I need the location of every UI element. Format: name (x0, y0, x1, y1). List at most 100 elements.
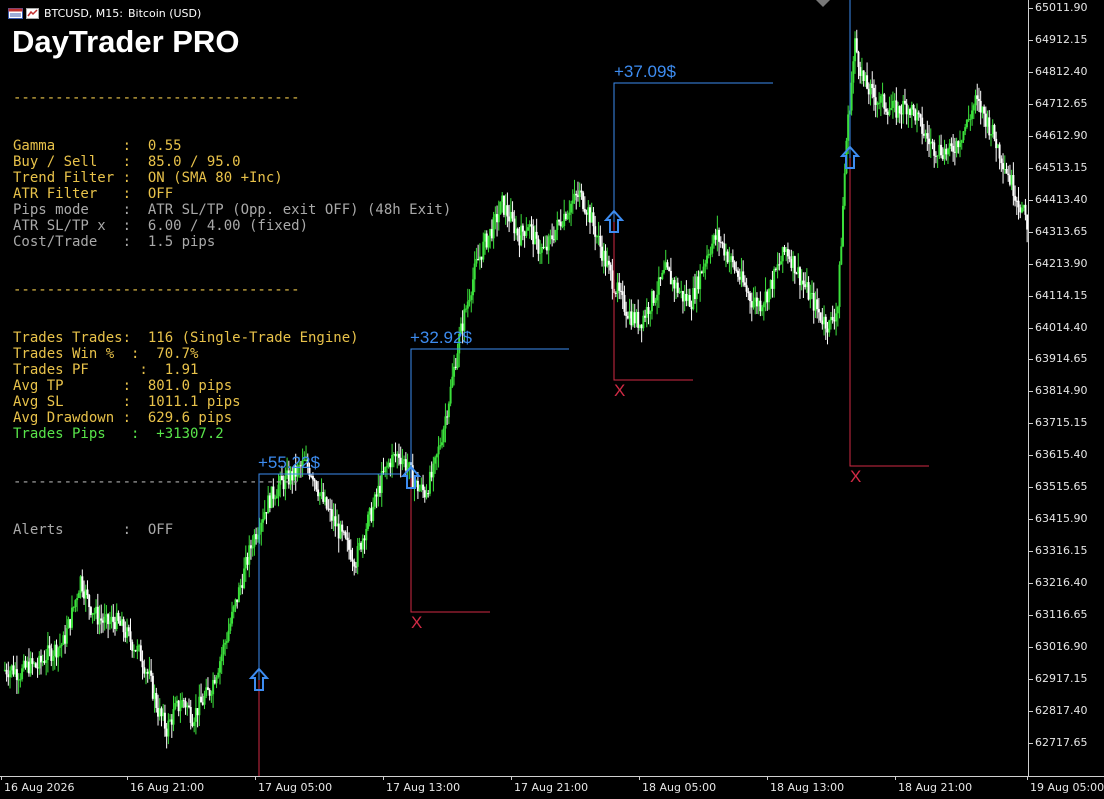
candle-body (817, 309, 820, 313)
price-tick-label: 64912.15 (1029, 32, 1088, 46)
price-tick-label: 63016.90 (1029, 640, 1088, 653)
candle-body (545, 246, 548, 251)
candle-body (776, 264, 779, 270)
candle-body (866, 75, 869, 89)
candle-body (618, 282, 621, 291)
candle-body (962, 131, 965, 141)
candle-body (475, 258, 478, 264)
candle-body (148, 670, 151, 674)
candle-body (530, 224, 533, 227)
candle-body (57, 647, 60, 658)
chart-window-icon[interactable] (8, 8, 23, 19)
candle-body (155, 692, 158, 708)
candle-body (583, 208, 586, 213)
candle-body (91, 613, 94, 615)
price-tick-label: 64712.65 (1029, 96, 1088, 110)
candle-body (67, 619, 70, 629)
candle-body (864, 75, 867, 81)
candle-body (885, 108, 888, 112)
candle-body (585, 212, 588, 215)
candle-body (174, 703, 177, 710)
candle-body (888, 110, 891, 115)
candle-body (601, 246, 604, 261)
price-tick-label: 64313.65 (1029, 224, 1088, 238)
candle-body (224, 642, 227, 645)
candle-body (663, 269, 666, 273)
candle-body (910, 105, 913, 116)
candle-body (138, 645, 141, 647)
candle-body (852, 61, 855, 83)
candle-body (714, 235, 717, 240)
candle-body (1008, 175, 1011, 185)
time-tick-label: 16 Aug 21:00 (126, 776, 205, 794)
candle-body (220, 654, 223, 662)
trade-profit-label: +37.09$ (614, 62, 676, 81)
time-tick-label: 18 Aug 05:00 (638, 776, 717, 794)
candle-body (933, 142, 936, 156)
candle-body (936, 155, 939, 157)
candle-body (831, 316, 834, 320)
candle-body (731, 256, 734, 263)
candle-body (644, 315, 647, 318)
candle-body (635, 311, 638, 324)
candle-body (850, 82, 853, 111)
stat-gamma: Gamma : 0.55 (13, 138, 182, 154)
candle-body (126, 627, 129, 638)
candle-body (26, 661, 29, 668)
candle-body (666, 262, 669, 268)
candle-body (95, 606, 98, 614)
candle-body (33, 663, 36, 665)
candle-body (81, 576, 84, 592)
stat-cost-trade: Cost/Trade : 1.5 pips (13, 234, 216, 250)
symbol-bar: BTCUSD, M15: Bitcoin (USD) (8, 7, 201, 20)
candle-body (568, 212, 571, 216)
candle-body (100, 618, 103, 621)
candle-body (198, 696, 201, 716)
candle-body (484, 233, 487, 242)
candle-body (854, 38, 857, 62)
candle-body (755, 297, 758, 307)
candle-body (688, 295, 691, 307)
candle-body (659, 277, 662, 280)
candle-body (879, 96, 882, 103)
candle-body (740, 271, 743, 280)
candle-body (537, 238, 540, 254)
candle-body (835, 313, 838, 322)
candle-body (451, 376, 454, 387)
candle-body (905, 103, 908, 115)
expert-advisor-icon[interactable] (26, 8, 39, 19)
candle-body (509, 211, 512, 222)
candle-body (953, 151, 956, 153)
candle-body (786, 249, 789, 257)
candle-body (533, 231, 536, 245)
stat-avg-tp: Avg TP : 801.0 pips (13, 378, 233, 394)
candle-body (964, 127, 967, 132)
candle-body (928, 138, 931, 145)
price-tick-label: 65011.90 (1029, 1, 1088, 14)
candle-body (167, 720, 170, 737)
candle-body (959, 142, 962, 148)
candle-body (17, 679, 20, 681)
price-axis[interactable]: 65011.90 64912.15 64812.40 64712.65 64612.90… (1028, 0, 1104, 776)
candle-body (914, 109, 917, 121)
candle-body (153, 692, 156, 699)
candle-body (186, 705, 189, 708)
candle-body (640, 324, 643, 329)
candle-body (909, 109, 912, 116)
candle-body (189, 706, 192, 723)
candle-body (1020, 207, 1023, 213)
candle-body (604, 250, 607, 267)
candle-body (823, 316, 826, 325)
candle-body (535, 231, 538, 239)
candle-body (532, 226, 535, 245)
candle-body (354, 566, 357, 568)
candle-body (1014, 195, 1017, 201)
candle-body (72, 607, 75, 609)
stat-trades-trades: Trades Trades: 116 (Single-Trade Engine) (13, 330, 359, 346)
candle-body (127, 627, 130, 632)
candle-body (750, 301, 753, 308)
time-axis[interactable]: 16 Aug 2026 16 Aug 21:00 17 Aug 05:00 17 Au… (0, 776, 1104, 799)
candle-body (664, 262, 667, 270)
candle-body (58, 646, 61, 648)
candle-body (494, 214, 497, 218)
